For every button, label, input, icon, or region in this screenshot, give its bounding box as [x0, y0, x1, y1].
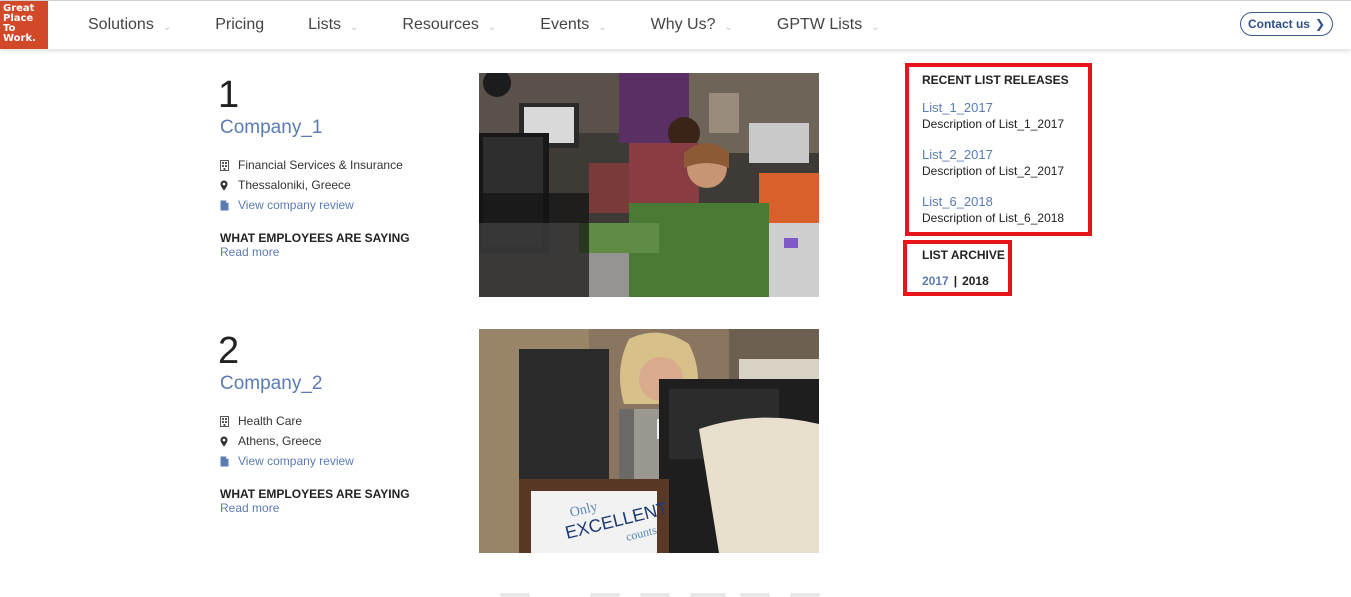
building-icon	[220, 159, 238, 171]
company-photo: Only EXCELLENT counts	[479, 329, 819, 553]
chevron-right-icon: ❯	[1314, 17, 1326, 31]
nav-item-why-us[interactable]: Why Us? ⌄	[651, 16, 733, 34]
nav-item-gptw-lists[interactable]: GPTW Lists ⌄	[777, 16, 880, 34]
archive-year-2018-link[interactable]: 2018	[962, 274, 989, 288]
chevron-down-icon: ⌄	[871, 21, 880, 33]
pagination-hint	[790, 593, 820, 597]
pagination-hint	[740, 593, 770, 597]
chevron-down-icon: ⌄	[350, 21, 359, 33]
archive-year-2017-link[interactable]: 2017	[922, 274, 949, 288]
read-more-link[interactable]: Read more	[220, 245, 279, 259]
great-place-to-work-logo[interactable]: Great Place To Work.	[0, 1, 48, 49]
nav-label: Solutions	[88, 16, 154, 33]
contact-label: Contact us	[1247, 17, 1310, 31]
review-link-text: View company review	[238, 454, 354, 468]
pagination-hint	[590, 593, 620, 597]
map-pin-icon	[220, 436, 238, 447]
nav-item-solutions[interactable]: Solutions ⌄	[88, 16, 171, 34]
main-nav: Solutions ⌄ Pricing Lists ⌄ Resources ⌄ …	[88, 1, 924, 49]
company-photo	[479, 73, 819, 297]
list-release-link[interactable]: List_1_2017	[922, 100, 993, 115]
archive-separator: |	[953, 274, 958, 288]
company-rank: 1	[218, 74, 240, 116]
location-text: Thessaloniki, Greece	[238, 178, 351, 192]
nav-label: Events	[540, 16, 590, 33]
company-location: Athens, Greece	[220, 434, 321, 448]
nav-item-resources[interactable]: Resources ⌄	[402, 16, 496, 34]
chevron-down-icon: ⌄	[724, 21, 733, 33]
nav-label: GPTW Lists	[776, 16, 863, 33]
nav-item-lists[interactable]: Lists ⌄	[308, 16, 358, 34]
list-release-link[interactable]: List_2_2017	[922, 147, 993, 162]
pagination-hint	[500, 593, 530, 597]
nav-label: Pricing	[215, 16, 265, 33]
document-icon	[220, 456, 238, 467]
chevron-down-icon: ⌄	[162, 21, 172, 33]
nav-label: Lists	[308, 16, 342, 33]
nav-item-pricing[interactable]: Pricing	[215, 16, 264, 34]
industry-text: Health Care	[238, 414, 303, 428]
view-company-review-link[interactable]: View company review	[220, 198, 354, 212]
contact-us-button[interactable]: Contact us ❯	[1240, 12, 1333, 36]
company-location: Thessaloniki, Greece	[220, 178, 351, 192]
employees-saying-heading: WHAT EMPLOYEES ARE SAYING	[220, 487, 410, 501]
industry-text: Financial Services & Insurance	[238, 158, 403, 172]
document-icon	[220, 200, 238, 211]
chevron-down-icon: ⌄	[487, 21, 497, 33]
list-release-description: Description of List_2_2017	[922, 164, 1065, 178]
view-company-review-link[interactable]: View company review	[220, 454, 354, 468]
location-text: Athens, Greece	[238, 434, 322, 448]
recent-list-releases-title: RECENT LIST RELEASES	[922, 73, 1069, 87]
company-rank: 2	[218, 330, 240, 372]
review-link-text: View company review	[238, 198, 354, 212]
pagination-hint	[640, 593, 670, 597]
company-name-link[interactable]: Company_1	[220, 117, 322, 139]
list-archive-years: 2017 | 2018	[922, 274, 989, 288]
pagination-hint	[690, 593, 726, 597]
nav-item-events[interactable]: Events ⌄	[540, 16, 606, 34]
employees-saying-heading: WHAT EMPLOYEES ARE SAYING	[220, 231, 410, 245]
read-more-link[interactable]: Read more	[220, 501, 279, 515]
company-industry: Health Care	[220, 414, 302, 428]
list-archive-title: LIST ARCHIVE	[922, 248, 1005, 262]
nav-label: Resources	[402, 16, 479, 33]
map-pin-icon	[220, 180, 238, 191]
company-industry: Financial Services & Insurance	[220, 158, 403, 172]
list-release-link[interactable]: List_6_2018	[922, 194, 993, 209]
list-release-description: Description of List_6_2018	[922, 211, 1065, 225]
top-navigation-bar: Great Place To Work. Solutions ⌄ Pricing…	[0, 0, 1351, 49]
logo-line: Work.	[3, 33, 36, 44]
building-icon	[220, 415, 238, 427]
nav-label: Why Us?	[650, 16, 716, 33]
chevron-down-icon: ⌄	[598, 21, 607, 33]
company-name-link[interactable]: Company_2	[220, 373, 322, 395]
list-release-description: Description of List_1_2017	[922, 117, 1065, 131]
